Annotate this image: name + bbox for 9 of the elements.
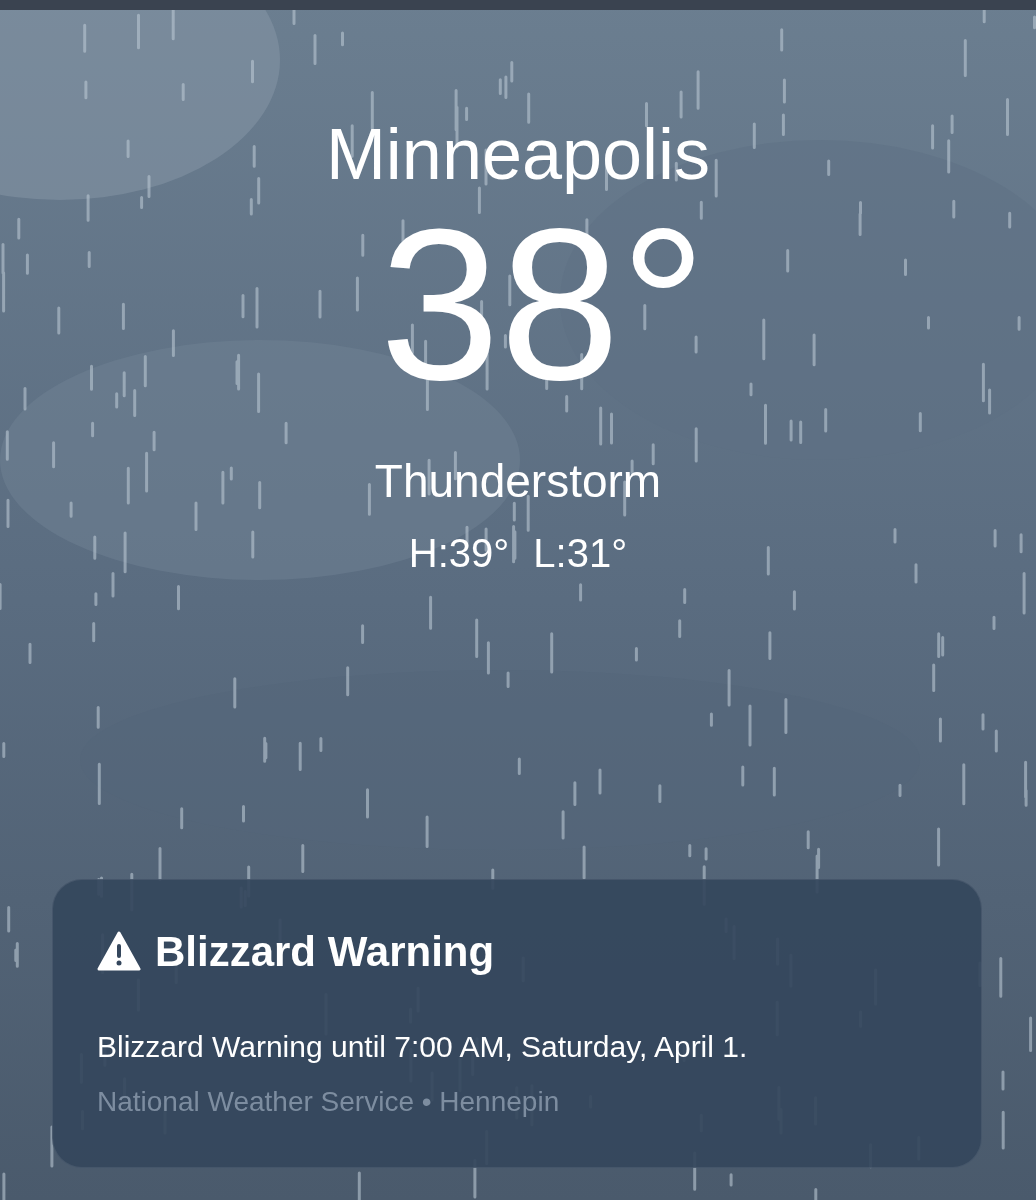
low-temperature: L:31° (533, 529, 628, 577)
condition: Thunderstorm (374, 456, 662, 507)
warning-icon (97, 931, 141, 971)
alert-message: Blizzard Warning until 7:00 AM, Saturday, April 1. (97, 1028, 749, 1065)
alert-title: Blizzard Warning (155, 926, 495, 977)
alert-source: National Weather Service • Hennepin (97, 1085, 561, 1119)
temperature: 38° (379, 196, 707, 412)
high-temperature: H:39° (408, 529, 510, 577)
alert-card[interactable]: Blizzard Warning Blizzard Warning until 7:00 AM, Saturday, April 1. National Weather Service • Hennepin (52, 878, 982, 1168)
